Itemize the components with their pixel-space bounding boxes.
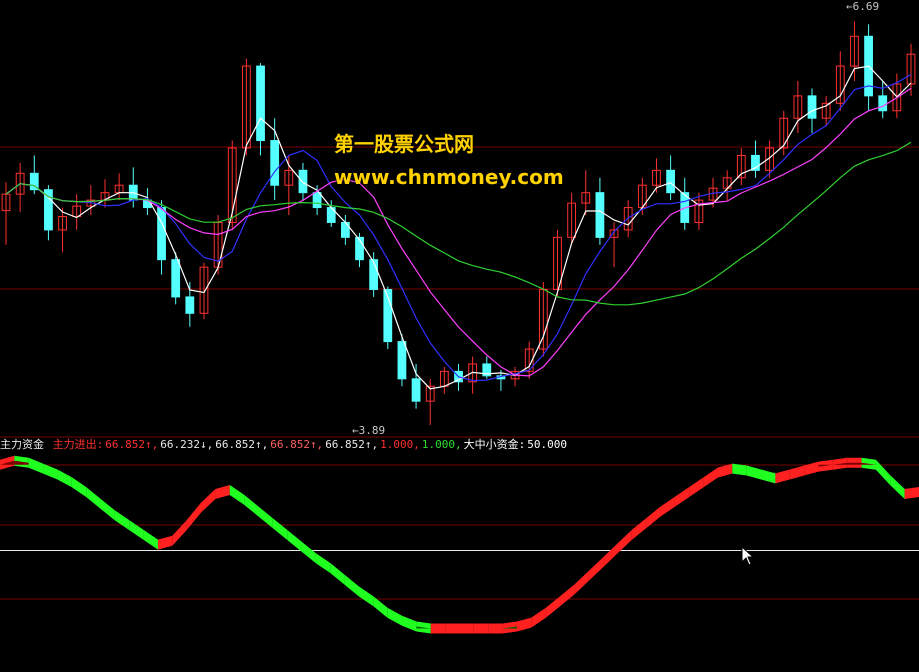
indicator-segment-33: [473, 623, 489, 634]
indicator-segment-14: [201, 488, 216, 513]
candle-body-24: [340, 221, 350, 238]
indicator-segment-55: [789, 465, 805, 480]
indicator-segment-3: [43, 463, 58, 480]
indicator-segment-47: [674, 487, 690, 507]
price-max-label: ←6.69: [846, 0, 880, 13]
indicator-segment-44: [631, 518, 647, 540]
indicator-segment-13: [186, 502, 202, 531]
indicator-segment-11: [157, 535, 173, 550]
indicator-segment-42: [603, 543, 618, 568]
indicator-value-0: 66.852↑,: [105, 438, 159, 451]
candle-body-28: [397, 341, 407, 380]
candle-body-11: [157, 207, 166, 261]
indicator-segment-54: [775, 469, 790, 484]
moving-averages: [5, 65, 912, 390]
indicator-label-0: 主力进出:: [52, 438, 104, 451]
indicator-value-6: 1.000,: [421, 438, 462, 451]
indicator-name: 主力资金: [0, 438, 44, 451]
indicator-value-1: 66.232↓,: [160, 438, 214, 451]
indicator-segment-30: [430, 623, 446, 634]
indicator-segment-53: [761, 469, 776, 484]
price-min-value: 3.89: [358, 424, 386, 437]
candle-body-18: [256, 65, 265, 142]
indicator-band: [0, 455, 919, 634]
indicator-segment-37: [531, 607, 546, 628]
stock-chart: [0, 21, 919, 634]
indicator-segment-52: [746, 465, 762, 480]
indicator-segment-36: [516, 617, 532, 632]
indicator-segment-7: [100, 498, 115, 521]
candlesticks: [1, 21, 916, 425]
indicator-segment-50: [717, 463, 733, 478]
indicator-value-7: 50.000: [527, 438, 568, 451]
indicator-segment-56: [804, 461, 819, 476]
indicator-segment-51: [732, 463, 747, 476]
indicator-segment-61: [875, 459, 891, 486]
indicator-fill-59: [847, 462, 862, 465]
candle-body-57: [807, 95, 817, 119]
indicator-segment-32: [459, 623, 474, 634]
indicator-segment-46: [660, 496, 675, 517]
indicator-segment-12: [172, 520, 187, 546]
indicator-segment-22: [315, 553, 331, 574]
candle-body-42: [595, 192, 605, 238]
candle-body-12: [171, 259, 181, 298]
indicator-segment-10: [143, 529, 158, 550]
indicator-segment-16: [229, 485, 245, 505]
indicator-segment-2: [28, 457, 44, 474]
indicator-segment-21: [301, 541, 316, 564]
indicator-segment-17: [244, 494, 259, 517]
indicator-segment-24: [344, 574, 359, 597]
indicator-segment-25: [358, 586, 374, 607]
indicator-segment-40: [574, 570, 589, 595]
indicator-segment-15: [215, 485, 230, 499]
indicator-segment-5: [71, 477, 87, 497]
price-max-value: 6.69: [852, 0, 880, 13]
candle-body-29: [411, 378, 421, 402]
candle-body-19: [270, 140, 280, 186]
indicator-segment-4: [57, 469, 72, 488]
indicator-header: 主力资金 主力进出: 66.852↑, 66.232↓, 66.852↑, 66.852…: [0, 438, 571, 452]
candle-body-22: [312, 192, 322, 209]
indicator-value-3: 66.852↑,: [270, 438, 324, 451]
candle-body-47: [666, 169, 675, 194]
indicator-segment-48: [689, 477, 704, 497]
indicator-segment-27: [387, 607, 403, 626]
indicator-segment-63: [904, 487, 919, 499]
indicator-label-7: 大中小资金:: [463, 438, 526, 451]
indicator-segment-62: [890, 475, 905, 499]
indicator-segment-9: [129, 520, 144, 540]
indicator-segment-49: [703, 467, 718, 488]
candle-body-13: [185, 296, 195, 314]
indicator-segment-31: [445, 623, 460, 634]
indicator-value-2: 66.852↑,: [215, 438, 269, 451]
indicator-segment-8: [114, 510, 130, 531]
candle-body-62: [878, 95, 888, 112]
indicator-segment-28: [402, 615, 417, 632]
ma10-line: [5, 73, 912, 382]
indicator-segment-39: [560, 584, 575, 607]
indicator-value-5: 1.000,: [380, 438, 420, 451]
mouse-cursor-icon: [741, 546, 755, 566]
indicator-segment-20: [287, 529, 302, 552]
candle-body-21: [298, 169, 308, 194]
indicator-segment-19: [272, 518, 288, 540]
candle-body-26: [369, 259, 379, 290]
indicator-segment-23: [330, 563, 345, 585]
watermark-title: 第一股票公式网: [334, 132, 474, 156]
watermark-url: www.chnmoney.com: [334, 165, 564, 189]
indicator-segment-34: [488, 623, 503, 634]
price-min-label: ←3.89: [352, 424, 386, 437]
indicator-segment-41: [588, 557, 604, 581]
indicator-value-4: 66.852↑,: [325, 438, 379, 451]
ma5-line: [5, 65, 912, 390]
indicator-segment-6: [86, 487, 101, 509]
